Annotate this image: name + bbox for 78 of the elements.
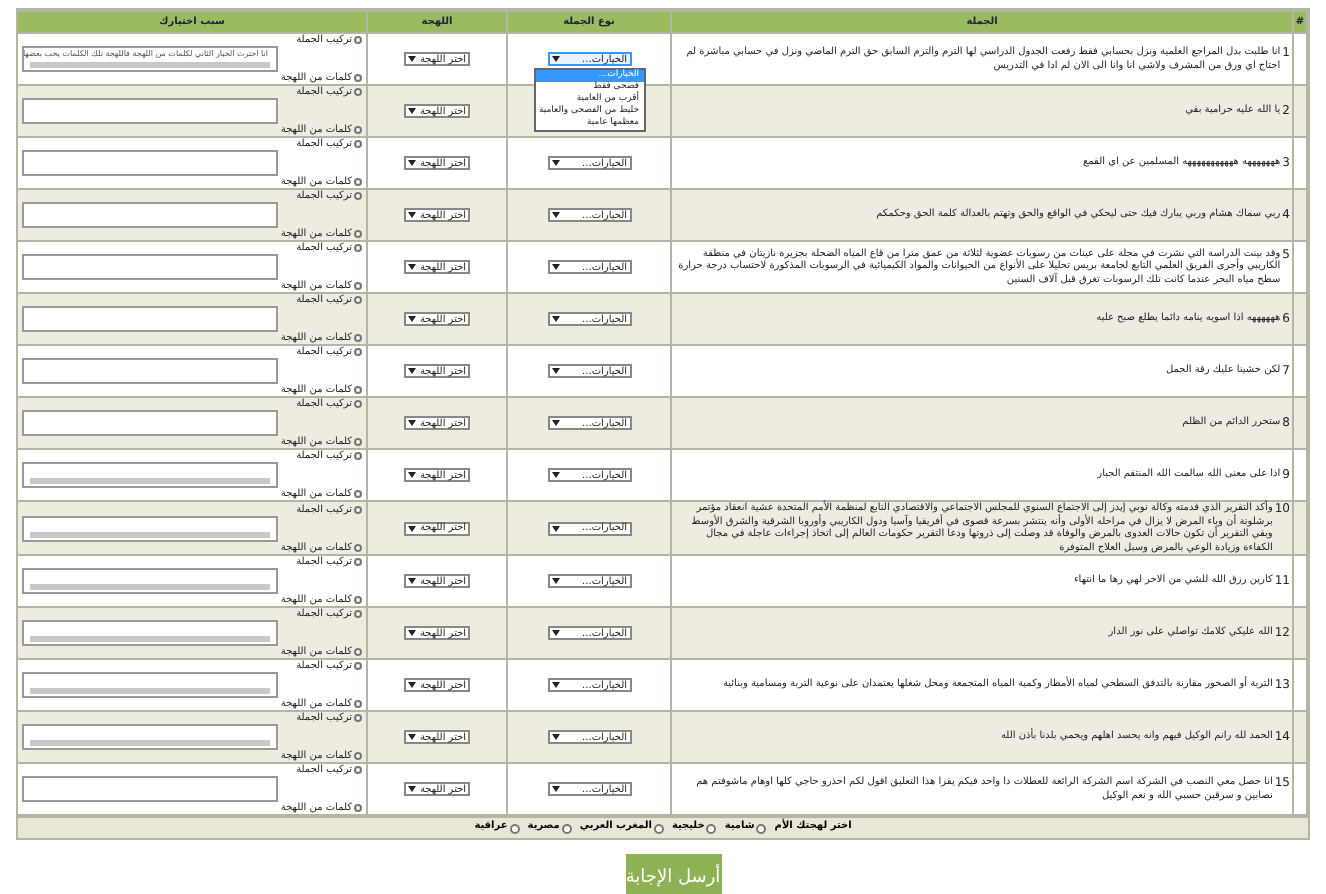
- checkbox[interactable]: [354, 126, 362, 134]
- dropdown-arrow-icon: [551, 525, 559, 531]
- dropdown-arrow-icon: [407, 420, 416, 426]
- checkbox[interactable]: [354, 714, 362, 722]
- dropdown-arrow-icon: [407, 786, 416, 792]
- dropdown-arrow-icon: [551, 316, 559, 322]
- reason-text-area[interactable]: [22, 150, 278, 176]
- checkbox[interactable]: [354, 348, 362, 356]
- reason-text-area[interactable]: [22, 620, 278, 646]
- radio-button[interactable]: [756, 823, 767, 833]
- dropdown-arrow-icon: [551, 472, 559, 478]
- checkbox[interactable]: [354, 700, 362, 708]
- radio-button[interactable]: [509, 823, 520, 833]
- checkbox[interactable]: [354, 490, 362, 498]
- checkbox[interactable]: [354, 766, 362, 774]
- dropdown-arrow-icon: [551, 160, 559, 166]
- dropdown-arrow-icon: [551, 420, 559, 426]
- dropdown-arrow-icon: [407, 212, 416, 218]
- dropdown-arrow-icon: [551, 734, 559, 740]
- checkbox[interactable]: [354, 648, 362, 656]
- reason-text-area[interactable]: [22, 568, 278, 594]
- dropdown-arrow-icon: [551, 56, 559, 62]
- checkbox[interactable]: [354, 140, 362, 148]
- radio-button[interactable]: [561, 823, 572, 833]
- dropdown-arrow-icon: [551, 682, 559, 688]
- reason-text-area[interactable]: [22, 98, 278, 124]
- dropdown-arrow-icon: [407, 56, 416, 62]
- checkbox[interactable]: [354, 230, 362, 238]
- reason-text-area[interactable]: [22, 306, 278, 332]
- checkbox[interactable]: [354, 334, 362, 342]
- dropdown-arrow-icon: [407, 525, 416, 531]
- dropdown-arrow-icon: [551, 630, 559, 636]
- dropdown-arrow-icon: [551, 368, 559, 374]
- reason-text-area[interactable]: [22, 776, 278, 802]
- dropdown-arrow-icon: [551, 578, 559, 584]
- checkbox[interactable]: [354, 752, 362, 760]
- reason-text-area[interactable]: [22, 410, 278, 436]
- reason-text-area[interactable]: [22, 358, 278, 384]
- dropdown-arrow-icon: [551, 264, 559, 270]
- checkbox[interactable]: [354, 386, 362, 394]
- dropdown-arrow-icon: [407, 578, 416, 584]
- dropdown-arrow-icon: [407, 108, 416, 114]
- reason-text-area[interactable]: [22, 254, 278, 280]
- checkbox[interactable]: [354, 543, 362, 551]
- checkbox[interactable]: [354, 558, 362, 566]
- checkbox[interactable]: [354, 400, 362, 408]
- checkbox[interactable]: [354, 610, 362, 618]
- checkbox[interactable]: [354, 178, 362, 186]
- dropdown-arrow-icon: [407, 264, 416, 270]
- dropdown-arrow-icon: [407, 368, 416, 374]
- dropdown-arrow-icon: [407, 316, 416, 322]
- dropdown-arrow-icon: [407, 472, 416, 478]
- checkbox[interactable]: [354, 438, 362, 446]
- checkbox[interactable]: [354, 282, 362, 290]
- dropdown-arrow-icon: [407, 630, 416, 636]
- dropdown-arrow-icon: [407, 734, 416, 740]
- checkbox[interactable]: [354, 596, 362, 604]
- checkbox[interactable]: [354, 36, 362, 44]
- reason-text-area[interactable]: [22, 724, 278, 750]
- radio-button[interactable]: [653, 823, 664, 833]
- radio-button[interactable]: [706, 823, 717, 833]
- checkbox[interactable]: [354, 505, 362, 513]
- checkbox[interactable]: [354, 452, 362, 460]
- checkbox[interactable]: [354, 88, 362, 96]
- checkbox[interactable]: [354, 244, 362, 252]
- dropdown-arrow-icon: [407, 682, 416, 688]
- dropdown-arrow-icon: [551, 212, 559, 218]
- reason-text-area[interactable]: [22, 462, 278, 488]
- dropdown-arrow-icon: [407, 160, 416, 166]
- reason-text-area[interactable]: [22, 672, 278, 698]
- checkbox[interactable]: [354, 192, 362, 200]
- reason-text-area[interactable]: [22, 515, 278, 541]
- checkbox[interactable]: [354, 804, 362, 812]
- checkbox[interactable]: [354, 74, 362, 82]
- checkbox[interactable]: [354, 296, 362, 304]
- dropdown-arrow-icon: [551, 786, 559, 792]
- reason-text-area[interactable]: [22, 202, 278, 228]
- checkbox[interactable]: [354, 662, 362, 670]
